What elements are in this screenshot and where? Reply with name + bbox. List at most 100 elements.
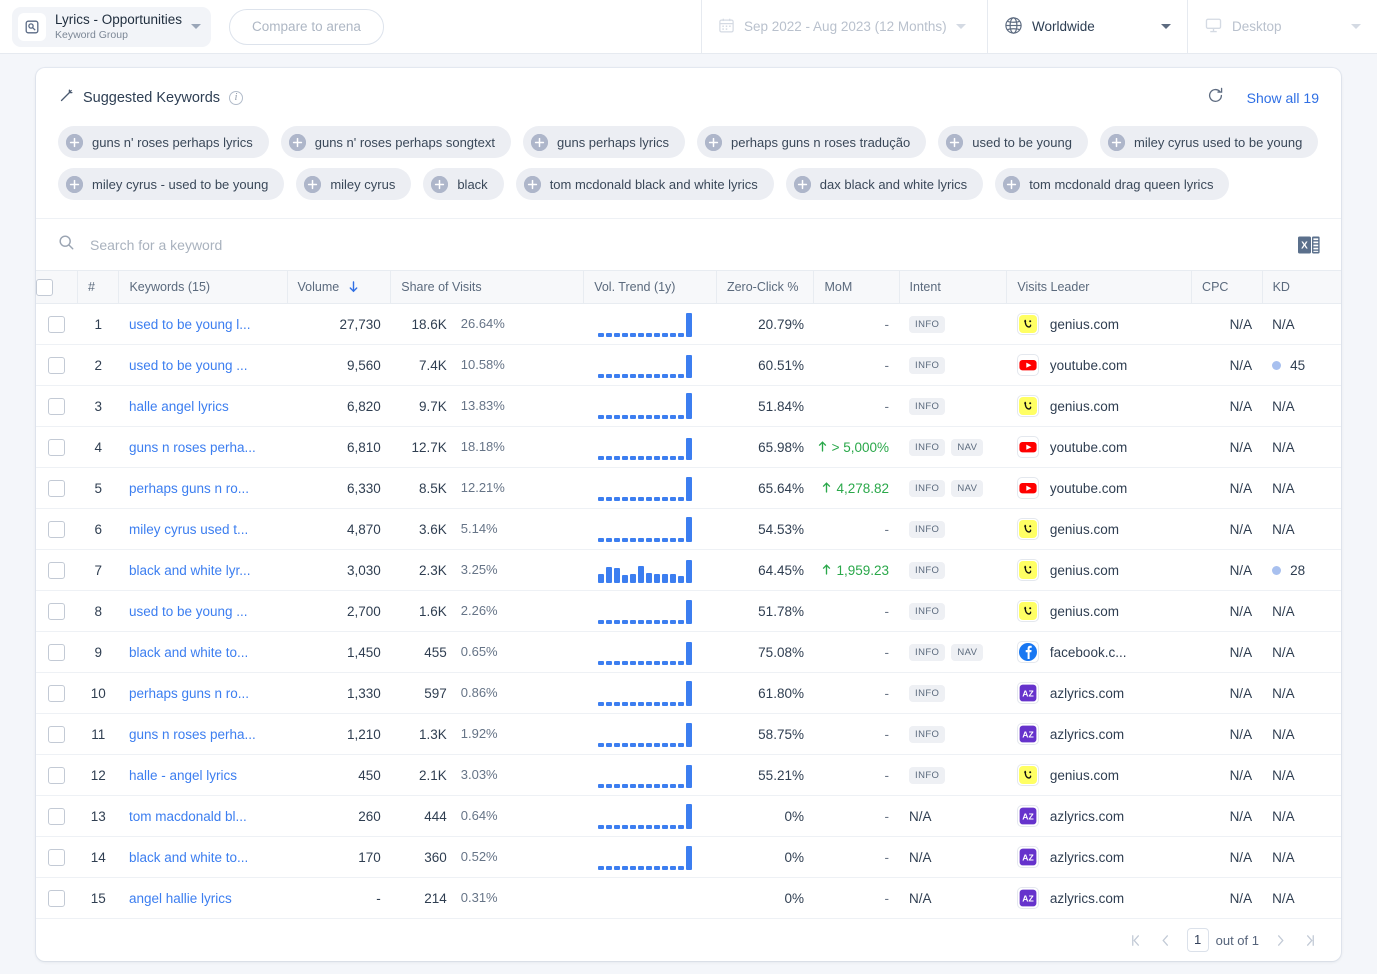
last-page-button[interactable] [1302,933,1317,948]
add-keyword-icon[interactable] [304,176,321,193]
suggested-keyword-chip[interactable]: guns perhaps lyrics [523,126,685,158]
info-icon[interactable]: i [229,91,243,105]
suggested-keyword-chip[interactable]: tom mcdonald black and white lyrics [516,168,774,200]
table-row[interactable]: 7black and white lyr...3,0302.3K3.25%64.… [36,550,1341,591]
add-keyword-icon[interactable] [66,134,83,151]
keyword-group-selector[interactable]: Lyrics - Opportunities Keyword Group [12,7,211,47]
refresh-icon[interactable] [1206,86,1225,110]
table-row[interactable]: 10perhaps guns n ro...1,3305970.86%61.80… [36,673,1341,714]
compare-to-arena-button[interactable]: Compare to arena [229,9,384,45]
export-excel-icon[interactable]: X [1297,234,1321,256]
keyword-link[interactable]: guns n roses perha... [129,727,277,742]
suggested-keyword-chip[interactable]: dax black and white lyrics [786,168,983,200]
add-keyword-icon[interactable] [289,134,306,151]
row-checkbox[interactable] [48,357,65,374]
chevron-down-icon[interactable] [956,24,966,29]
add-keyword-icon[interactable] [431,176,448,193]
keyword-link[interactable]: used to be young l... [129,317,277,332]
column-header-zero-click[interactable]: Zero-Click % [716,271,814,304]
suggested-keyword-chip[interactable]: tom mcdonald drag queen lyrics [995,168,1229,200]
chevron-down-icon[interactable] [1351,24,1361,29]
keyword-link[interactable]: perhaps guns n ro... [129,686,277,701]
row-checkbox[interactable] [48,808,65,825]
column-header-visits-leader[interactable]: Visits Leader [1007,271,1192,304]
keyword-link[interactable]: halle angel lyrics [129,399,277,414]
keyword-link[interactable]: black and white lyr... [129,563,277,578]
add-keyword-icon[interactable] [1108,134,1125,151]
column-header-mom[interactable]: MoM [814,271,899,304]
table-row[interactable]: 13tom macdonald bl...2604440.64%0%-N/AAZ… [36,796,1341,837]
chevron-down-icon[interactable] [1161,24,1171,29]
row-checkbox[interactable] [48,644,65,661]
table-row[interactable]: 5perhaps guns n ro...6,3308.5K12.21%65.6… [36,468,1341,509]
row-checkbox[interactable] [48,316,65,333]
table-row[interactable]: 12halle - angel lyrics4502.1K3.03%55.21%… [36,755,1341,796]
keyword-link[interactable]: black and white to... [129,850,277,865]
row-checkbox[interactable] [48,767,65,784]
first-page-button[interactable] [1129,933,1144,948]
search-input[interactable] [88,236,1297,254]
row-checkbox[interactable] [48,480,65,497]
column-header-keywords[interactable]: Keywords (15) [119,271,287,304]
row-checkbox[interactable] [48,521,65,538]
suggested-keyword-chip[interactable]: miley cyrus - used to be young [58,168,284,200]
suggested-keyword-chip[interactable]: used to be young [938,126,1088,158]
row-checkbox[interactable] [48,890,65,907]
table-row[interactable]: 6miley cyrus used t...4,8703.6K5.14%54.5… [36,509,1341,550]
keyword-link[interactable]: miley cyrus used t... [129,522,277,537]
select-all-checkbox[interactable] [36,279,53,296]
table-row[interactable]: 15angel hallie lyrics-2140.31%0%-N/AAZaz… [36,878,1341,919]
date-range-filter[interactable]: Sep 2022 - Aug 2023 (12 Months) [701,0,987,54]
page-number-input[interactable]: 1 [1187,928,1209,952]
column-header-rank[interactable]: # [77,271,118,304]
chevron-down-icon[interactable] [191,24,201,29]
keyword-link[interactable]: perhaps guns n ro... [129,481,277,496]
add-keyword-icon[interactable] [794,176,811,193]
column-header-intent[interactable]: Intent [899,271,1007,304]
row-checkbox[interactable] [48,603,65,620]
device-filter[interactable]: Desktop [1187,0,1377,54]
row-checkbox[interactable] [48,685,65,702]
show-all-link[interactable]: Show all 19 [1247,90,1319,106]
row-checkbox[interactable] [48,726,65,743]
suggested-keyword-chip[interactable]: black [423,168,503,200]
next-page-button[interactable] [1273,933,1288,948]
suggested-keyword-chip[interactable]: guns n' roses perhaps songtext [281,126,511,158]
keyword-link[interactable]: guns n roses perha... [129,440,277,455]
suggested-keyword-chip[interactable]: perhaps guns n roses tradução [697,126,926,158]
row-checkbox[interactable] [48,562,65,579]
keyword-link[interactable]: used to be young ... [129,358,277,373]
previous-page-button[interactable] [1158,933,1173,948]
keyword-link[interactable]: halle - angel lyrics [129,768,277,783]
add-keyword-icon[interactable] [524,176,541,193]
column-header-cpc[interactable]: CPC [1192,271,1263,304]
column-header-share-of-visits[interactable]: Share of Visits [391,271,584,304]
table-row[interactable]: 3halle angel lyrics6,8209.7K13.83%51.84%… [36,386,1341,427]
suggested-keyword-chip[interactable]: miley cyrus [296,168,411,200]
country-filter[interactable]: Worldwide [987,0,1187,54]
keyword-link[interactable]: black and white to... [129,645,277,660]
column-header-vol-trend[interactable]: Vol. Trend (1y) [584,271,717,304]
suggested-keyword-chip[interactable]: guns n' roses perhaps lyrics [58,126,269,158]
column-header-volume[interactable]: Volume [287,271,391,304]
add-keyword-icon[interactable] [531,134,548,151]
keyword-link[interactable]: angel hallie lyrics [129,891,277,906]
table-row[interactable]: 9black and white to...1,4504550.65%75.08… [36,632,1341,673]
table-row[interactable]: 2used to be young ...9,5607.4K10.58%60.5… [36,345,1341,386]
column-header-kd[interactable]: KD [1262,271,1341,304]
table-row[interactable]: 1used to be young l...27,73018.6K26.64%2… [36,304,1341,345]
table-row[interactable]: 11guns n roses perha...1,2101.3K1.92%58.… [36,714,1341,755]
table-row[interactable]: 8used to be young ...2,7001.6K2.26%51.78… [36,591,1341,632]
table-row[interactable]: 14black and white to...1703600.52%0%-N/A… [36,837,1341,878]
keyword-link[interactable]: tom macdonald bl... [129,809,277,824]
row-checkbox[interactable] [48,439,65,456]
add-keyword-icon[interactable] [946,134,963,151]
add-keyword-icon[interactable] [705,134,722,151]
row-checkbox[interactable] [48,398,65,415]
add-keyword-icon[interactable] [1003,176,1020,193]
suggested-keyword-chip[interactable]: miley cyrus used to be young [1100,126,1318,158]
row-checkbox[interactable] [48,849,65,866]
table-row[interactable]: 4guns n roses perha...6,81012.7K18.18%65… [36,427,1341,468]
add-keyword-icon[interactable] [66,176,83,193]
keyword-link[interactable]: used to be young ... [129,604,277,619]
